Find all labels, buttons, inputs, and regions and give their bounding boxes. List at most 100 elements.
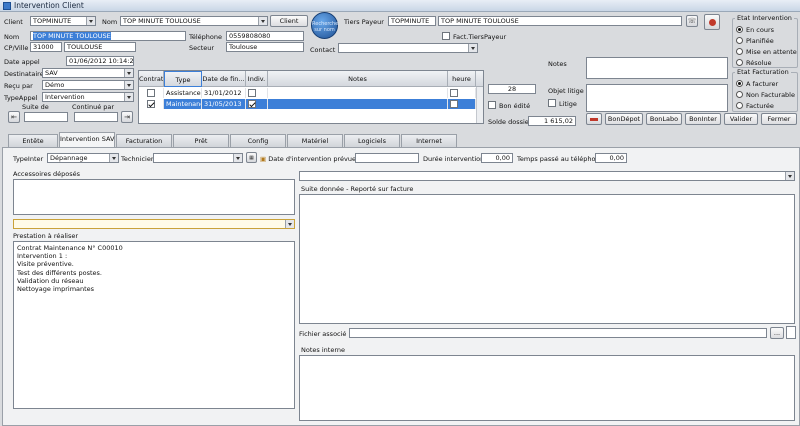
col-header-heure[interactable]: heure (448, 71, 476, 87)
col-header-indiv[interactable]: Indiv. (246, 71, 268, 87)
technicien-select[interactable] (153, 153, 243, 163)
radio-planifiee[interactable] (736, 37, 743, 44)
radio-en-cours-label: En cours (746, 26, 775, 34)
row-heure-checkbox[interactable] (450, 89, 458, 97)
radio-non-facturable-label: Non Facturable (746, 91, 795, 99)
notes-label: Notes (548, 60, 567, 68)
tab-facturation[interactable]: Facturation (116, 134, 172, 147)
tab-config[interactable]: Config (230, 134, 286, 147)
count-display: 28 (488, 84, 536, 94)
row-heure-checkbox[interactable] (450, 100, 458, 108)
notes-interne-textarea[interactable] (299, 355, 795, 421)
bon-labo-button[interactable]: BonLabo (646, 113, 682, 125)
tab-pret[interactable]: Prêt (173, 134, 229, 147)
row-date-fin: 31/05/2013 (202, 99, 246, 109)
continue-par-input[interactable] (74, 112, 118, 122)
city-input[interactable]: TOULOUSE (64, 42, 136, 52)
tab-logiciels[interactable]: Logiciels (344, 134, 400, 147)
duree-label: Durée intervention (423, 155, 485, 163)
accessoires-select[interactable] (13, 219, 295, 229)
fact-tiers-checkbox[interactable] (442, 32, 450, 40)
tiers-code-input[interactable]: TOPMINUTE (388, 16, 436, 26)
row-indiv-checkbox[interactable] (248, 89, 256, 97)
app-icon (3, 2, 11, 10)
card-icon[interactable] (704, 14, 720, 30)
client-label: Client (4, 18, 23, 26)
suite-de-input[interactable] (24, 112, 68, 122)
radio-en-cours[interactable] (736, 26, 743, 33)
suite-de-label: Suite de (22, 103, 49, 111)
delete-icon[interactable] (586, 113, 602, 125)
objet-litige-textarea[interactable] (586, 84, 728, 112)
fermer-button[interactable]: Fermer (761, 113, 797, 125)
phone-input[interactable]: 0559808080 (226, 31, 304, 41)
prestation-line: Intervention 1 : (17, 252, 68, 261)
radio-a-facturer[interactable] (736, 80, 743, 87)
col-header-type[interactable]: Type (164, 71, 202, 87)
technicien-label: Technicien (121, 155, 155, 163)
fact-tiers-label: Fact.TiersPayeur (453, 33, 507, 41)
tab-entete[interactable]: Entête (8, 134, 58, 147)
contact-select[interactable] (338, 43, 478, 53)
table-row[interactable]: Assistance 1 31/01/2012 (139, 88, 483, 98)
duree-input[interactable]: 0,00 (481, 153, 513, 163)
row-contrat-checkbox[interactable] (147, 100, 155, 108)
bon-edite-label: Bon édité (499, 102, 531, 110)
calendar-icon[interactable]: ▦ (246, 152, 257, 163)
notes-textarea[interactable] (586, 57, 728, 79)
file-icon[interactable] (786, 326, 796, 339)
date-appel-input[interactable]: 01/06/2012 10:14:25 (66, 56, 134, 66)
phone-icon[interactable]: ☏ (686, 15, 698, 27)
tab-intervention-sav[interactable]: Intervention SAV (59, 132, 115, 147)
table-row[interactable]: Maintenance 31/05/2013 (139, 99, 483, 109)
type-appel-select[interactable]: Intervention (42, 92, 134, 102)
row-indiv-checkbox[interactable] (248, 100, 256, 108)
date-icon: ▣ (260, 155, 269, 163)
recu-par-select[interactable]: Démo (42, 80, 134, 90)
litige-checkbox[interactable] (548, 99, 556, 107)
valider-button[interactable]: Valider (724, 113, 758, 125)
radio-mise-en-attente[interactable] (736, 48, 743, 55)
suite-donnee-textarea[interactable] (299, 194, 795, 324)
row-contrat-checkbox[interactable] (147, 89, 155, 97)
bon-depot-button[interactable]: BonDépot (605, 113, 643, 125)
col-header-notes[interactable]: Notes (268, 71, 448, 87)
temps-telephone-input[interactable]: 0,00 (595, 153, 627, 163)
accessoires-textarea[interactable] (13, 179, 295, 215)
date-prevue-input[interactable] (355, 153, 419, 163)
col-header-contrat[interactable]: Contrat (139, 71, 164, 87)
secteur-input[interactable]: Toulouse (226, 42, 304, 52)
radio-mise-en-attente-label: Mise en attente (746, 48, 797, 56)
search-by-name-button[interactable]: Recherche sur nom (311, 12, 338, 39)
fichier-associe-input[interactable] (349, 328, 767, 338)
browse-button[interactable]: ... (770, 327, 784, 339)
bon-inter-button[interactable]: BonInter (685, 113, 721, 125)
client-button[interactable]: Client (270, 15, 308, 27)
grid-scrollbar[interactable] (476, 87, 483, 123)
title-bar: Intervention Client (0, 0, 800, 12)
tab-internet[interactable]: Internet (401, 134, 457, 147)
intervention-sav-panel: TypeInter Dépannage Technicien ▦ ▣ Date … (2, 147, 800, 426)
radio-non-facturable[interactable] (736, 91, 743, 98)
type-appel-label: TypeAppel (4, 94, 38, 102)
continue-par-nav-icon[interactable]: ⇥ (121, 111, 133, 123)
prestation-textarea[interactable]: Contrat Maintenance N° C00010 Interventi… (13, 241, 295, 409)
continue-par-label: Continué par (72, 103, 115, 111)
cp-input[interactable]: 31000 (30, 42, 62, 52)
date-prevue-label: ▣ Date d'intervention prévue (260, 155, 356, 163)
client-code-select[interactable]: TOPMINUTE (30, 16, 96, 26)
tab-materiel[interactable]: Matériel (287, 134, 343, 147)
name-input[interactable]: TOP MINUTE TOULOUSE (30, 31, 186, 41)
col-header-date-fin[interactable]: Date de fin... (202, 71, 246, 87)
radio-resolue[interactable] (736, 59, 743, 66)
tiers-name-input[interactable]: TOP MINUTE TOULOUSE (438, 16, 682, 26)
typeinter-select[interactable]: Dépannage (47, 153, 119, 163)
tiers-payeur-label: Tiers Payeur (344, 18, 384, 26)
radio-facturee[interactable] (736, 102, 743, 109)
destinataire-select[interactable]: SAV (42, 68, 134, 78)
bon-edite-checkbox[interactable] (488, 101, 496, 109)
suite-select[interactable] (299, 171, 795, 181)
suite-de-nav-icon[interactable]: ⇤ (8, 111, 20, 123)
client-name-select[interactable]: TOP MINUTE TOULOUSE (120, 16, 268, 26)
row-date-fin: 31/01/2012 (202, 88, 246, 98)
